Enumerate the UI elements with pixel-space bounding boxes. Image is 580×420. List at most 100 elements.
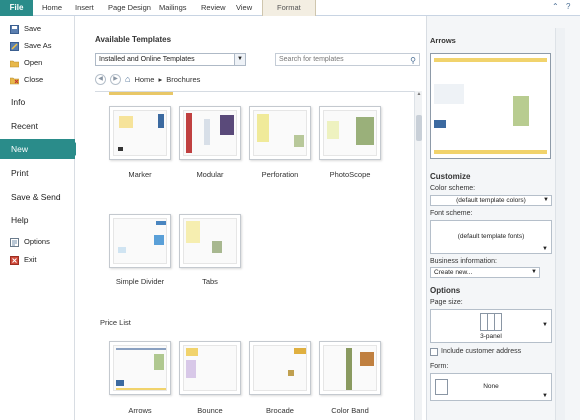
- backstage-options-label: Options: [24, 237, 50, 246]
- thumb-block: [154, 354, 164, 370]
- color-scheme-value: (default template colors): [456, 197, 526, 204]
- template-search-input[interactable]: Search for templates ⚲: [275, 53, 420, 66]
- panel-scrollbar[interactable]: [555, 28, 565, 420]
- gallery-top-strip: [109, 92, 173, 95]
- template-label: Modular: [196, 170, 224, 179]
- page-size-label: Page size:: [430, 299, 463, 306]
- scrollbar-thumb[interactable]: [416, 115, 422, 141]
- tab-insert[interactable]: Insert: [75, 0, 94, 16]
- template-tile[interactable]: [179, 214, 241, 268]
- template-label: PhotoScope: [329, 170, 371, 179]
- template-tile[interactable]: [109, 341, 171, 395]
- home-icon[interactable]: ⌂: [125, 73, 130, 86]
- backstage-open[interactable]: Open: [0, 55, 75, 71]
- chevron-down-icon[interactable]: ▼: [234, 54, 245, 65]
- template-label: Arrows: [128, 406, 152, 415]
- thumb-block: [118, 147, 123, 151]
- thumb-block: [346, 348, 352, 390]
- template-tile[interactable]: [179, 106, 241, 160]
- template-tile[interactable]: [249, 341, 311, 395]
- ribbon-window-controls: ⌃ ?: [552, 3, 574, 11]
- backstage-close[interactable]: Close: [0, 72, 75, 88]
- template-preview: [183, 345, 237, 391]
- color-scheme-select[interactable]: (default template colors) ▼: [430, 195, 552, 206]
- backstage-info[interactable]: Info: [0, 92, 75, 112]
- chevron-down-icon: ▼: [543, 197, 549, 203]
- template-tile[interactable]: [179, 341, 241, 395]
- template-label: Brocade: [266, 406, 294, 415]
- template-tile[interactable]: [319, 106, 381, 160]
- backstage-recent[interactable]: Recent: [0, 116, 75, 136]
- page-size-select[interactable]: 3-panel ▼: [430, 309, 552, 343]
- three-panel-icon: [480, 313, 502, 331]
- template-preview: [253, 110, 307, 156]
- tab-mailings[interactable]: Mailings: [159, 0, 187, 16]
- tab-view[interactable]: View: [236, 0, 252, 16]
- backstage-save-send[interactable]: Save & Send: [0, 187, 75, 207]
- thumb-block: [186, 360, 196, 378]
- minimize-ribbon-icon[interactable]: ⌃: [552, 3, 560, 11]
- help-icon[interactable]: ?: [566, 3, 574, 11]
- template-search-placeholder: Search for templates: [279, 56, 344, 63]
- tab-review[interactable]: Review: [201, 0, 226, 16]
- template-tile[interactable]: [249, 106, 311, 160]
- thumb-block: [212, 241, 222, 253]
- form-value: None: [483, 383, 499, 390]
- chevron-down-icon: ▼: [542, 393, 548, 399]
- breadcrumb-home[interactable]: Home: [134, 73, 154, 86]
- thumb-block: [186, 348, 198, 356]
- gallery-scrollbar[interactable]: ▲: [414, 91, 422, 420]
- form-select[interactable]: None ▼: [430, 373, 552, 401]
- color-scheme-label: Color scheme:: [430, 185, 476, 192]
- preview-band: [434, 58, 547, 62]
- template-tile[interactable]: [319, 341, 381, 395]
- tab-home[interactable]: Home: [42, 0, 62, 16]
- backstage-help[interactable]: Help: [0, 210, 75, 230]
- template-source-dropdown[interactable]: Installed and Online Templates ▼: [95, 53, 246, 66]
- thumb-block: [220, 115, 234, 135]
- tab-format[interactable]: Format: [262, 0, 316, 16]
- chevron-down-icon: ▼: [531, 269, 537, 275]
- options-heading: Options: [430, 286, 461, 295]
- thumb-block: [119, 116, 133, 128]
- scroll-up-icon[interactable]: ▲: [415, 91, 423, 99]
- include-address-checkbox[interactable]: [430, 348, 438, 356]
- open-folder-icon: [10, 60, 19, 68]
- template-preview: [183, 218, 237, 264]
- search-icon[interactable]: ⚲: [410, 55, 416, 66]
- template-tile[interactable]: [109, 106, 171, 160]
- preview-band: [434, 150, 547, 154]
- page-title: Available Templates: [95, 35, 172, 44]
- template-large-preview: [430, 53, 551, 159]
- backstage-exit[interactable]: Exit: [0, 252, 75, 268]
- tab-file[interactable]: File: [0, 0, 33, 16]
- business-info-label: Business information:: [430, 258, 497, 265]
- customize-heading: Customize: [430, 172, 471, 181]
- backstage-save-as[interactable]: Save As: [0, 38, 75, 54]
- template-name: Arrows: [430, 36, 456, 45]
- options-icon: [10, 238, 19, 247]
- thumb-block: [360, 352, 374, 366]
- business-info-value: Create new...: [434, 269, 473, 276]
- back-arrow-icon[interactable]: ◀: [95, 74, 106, 85]
- thumb-block: [186, 113, 192, 153]
- thumb-block: [158, 114, 164, 128]
- backstage-new[interactable]: New: [0, 139, 81, 159]
- template-tile[interactable]: [109, 214, 171, 268]
- thumb-block: [116, 380, 124, 386]
- backstage-open-label: Open: [24, 58, 43, 67]
- font-scheme-value: (default template fonts): [457, 233, 525, 240]
- form-label: Form:: [430, 363, 449, 370]
- forward-arrow-icon[interactable]: ▶: [110, 74, 121, 85]
- section-heading: Price List: [100, 318, 131, 327]
- template-preview: [253, 345, 307, 391]
- backstage-print[interactable]: Print: [0, 163, 75, 183]
- tab-page-design[interactable]: Page Design: [108, 0, 151, 16]
- thumb-block: [294, 348, 306, 354]
- font-scheme-select[interactable]: (default template fonts) ▼: [430, 220, 552, 254]
- template-label: Perforation: [261, 170, 299, 179]
- backstage-options[interactable]: Options: [0, 234, 75, 250]
- backstage-save[interactable]: Save: [0, 21, 75, 37]
- template-preview: [323, 110, 377, 156]
- business-info-select[interactable]: Create new... ▼: [430, 267, 540, 278]
